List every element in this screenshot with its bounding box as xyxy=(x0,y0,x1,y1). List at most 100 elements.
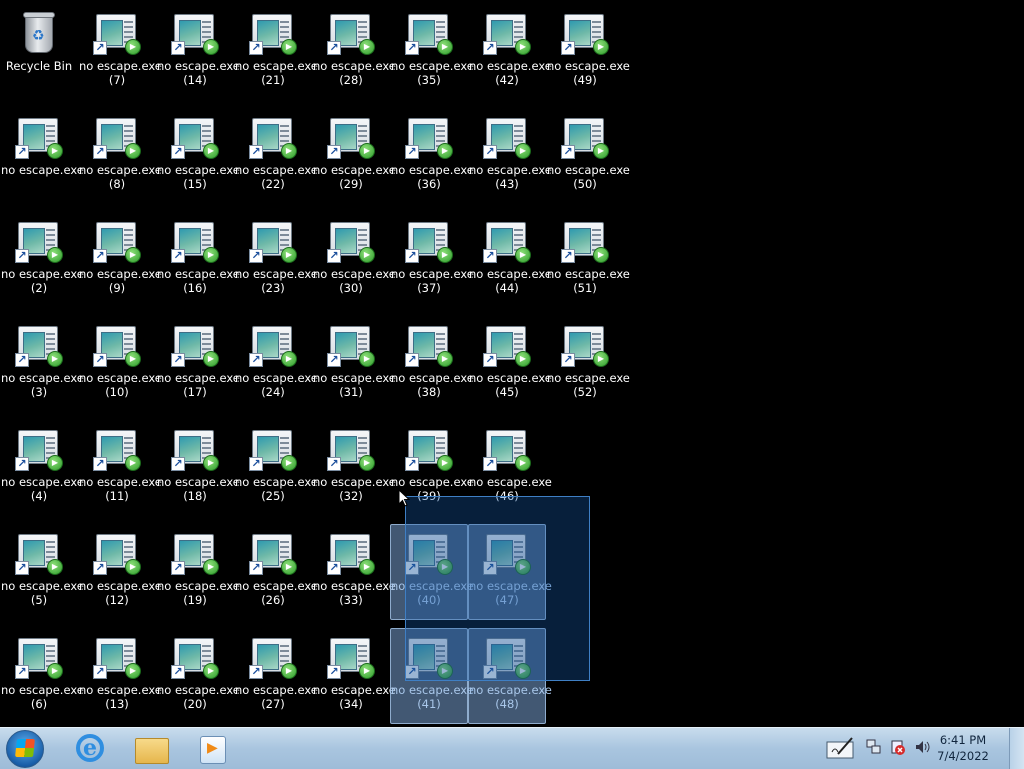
network-icon[interactable] xyxy=(866,738,882,756)
shortcut-label-name: no escape.exe xyxy=(469,475,552,489)
desktop-shortcut[interactable]: ↗ ▶ no escape.exe (22) xyxy=(234,108,318,204)
shortcut-arrow-icon: ↗ xyxy=(249,665,263,679)
desktop[interactable]: Recycle Bin ↗▶no escape.exe↗▶no escape.e… xyxy=(0,0,1024,727)
taskbar-ie-button[interactable]: e xyxy=(62,730,118,768)
shortcut-label-number: (20) xyxy=(183,697,207,711)
desktop-shortcut[interactable]: ↗ ▶ no escape.exe (36) xyxy=(390,108,474,204)
shortcut-label-name: no escape.exe xyxy=(79,475,162,489)
desktop-shortcut[interactable]: ↗ ▶ no escape.exe (50) xyxy=(546,108,630,204)
speaker-muted-icon[interactable] xyxy=(890,738,906,756)
shortcut-label-number: (15) xyxy=(183,177,207,191)
no-escape-app-icon: ↗ ▶ xyxy=(327,531,375,575)
desktop-shortcut[interactable]: ↗ ▶ no escape.exe (9) xyxy=(78,212,162,308)
desktop-shortcut[interactable]: ↗ ▶ no escape.exe (6) xyxy=(0,628,84,724)
desktop-shortcut[interactable]: ↗ ▶ no escape.exe (24) xyxy=(234,316,318,412)
shortcut-label-number: (27) xyxy=(261,697,285,711)
play-badge-icon: ▶ xyxy=(281,663,297,679)
desktop-shortcut[interactable]: ↗ ▶ no escape.exe (7) xyxy=(78,4,162,100)
shortcut-label-number: (45) xyxy=(495,385,519,399)
shortcut-arrow-icon: ↗ xyxy=(93,561,107,575)
desktop-shortcut[interactable]: ↗ ▶ no escape.exe (45) xyxy=(468,316,552,412)
play-badge-icon: ▶ xyxy=(281,455,297,471)
no-escape-app-icon: ↗ ▶ xyxy=(405,323,453,367)
shortcut-label-name: no escape.exe xyxy=(391,163,474,177)
desktop-shortcut[interactable]: ↗ ▶ no escape.exe (29) xyxy=(312,108,396,204)
desktop-shortcut[interactable]: ↗ ▶ no escape.exe (35) xyxy=(390,4,474,100)
desktop-shortcut[interactable]: ↗ ▶ no escape.exe (52) xyxy=(546,316,630,412)
recycle-bin[interactable]: Recycle Bin xyxy=(0,4,78,100)
desktop-shortcut[interactable]: ↗ ▶ no escape.exe (18) xyxy=(156,420,240,516)
desktop-shortcut[interactable]: ↗ ▶ no escape.exe (2) xyxy=(0,212,84,308)
desktop-shortcut[interactable]: ↗ ▶ no escape.exe (11) xyxy=(78,420,162,516)
desktop-shortcut[interactable]: ↗ ▶ no escape.exe (30) xyxy=(312,212,396,308)
desktop-shortcut[interactable]: ↗ ▶ no escape.exe (12) xyxy=(78,524,162,620)
desktop-shortcut[interactable]: ↗ ▶ no escape.exe (38) xyxy=(390,316,474,412)
desktop-shortcut[interactable]: ↗ ▶ no escape.exe (27) xyxy=(234,628,318,724)
play-badge-icon: ▶ xyxy=(125,559,141,575)
system-clock[interactable]: 6:41 PM 7/4/2022 xyxy=(928,732,998,764)
shortcut-arrow-icon: ↗ xyxy=(15,665,29,679)
taskbar-explorer-button[interactable] xyxy=(123,730,179,768)
no-escape-app-icon: ↗ ▶ xyxy=(405,427,453,471)
desktop-shortcut[interactable]: ↗ ▶ no escape.exe (21) xyxy=(234,4,318,100)
shortcut-arrow-icon: ↗ xyxy=(249,561,263,575)
shortcut-label-number: (48) xyxy=(495,697,519,711)
shortcut-label-number: (42) xyxy=(495,73,519,87)
desktop-shortcut[interactable]: ↗ ▶ no escape.exe (3) xyxy=(0,316,84,412)
play-badge-icon: ▶ xyxy=(203,455,219,471)
shortcut-arrow-icon: ↗ xyxy=(327,457,341,471)
shortcut-label-name: no escape.exe xyxy=(469,371,552,385)
desktop-shortcut[interactable]: ↗ ▶ no escape.exe (33) xyxy=(312,524,396,620)
desktop-shortcut[interactable]: ↗ ▶ no escape.exe (32) xyxy=(312,420,396,516)
shortcut-label-number: (34) xyxy=(339,697,363,711)
desktop-shortcut[interactable]: ↗ ▶ no escape.exe (14) xyxy=(156,4,240,100)
desktop-shortcut[interactable]: ↗ ▶ no escape.exe (19) xyxy=(156,524,240,620)
shortcut-label-name: no escape.exe xyxy=(313,475,396,489)
shortcut-label-number: (2) xyxy=(30,281,48,295)
desktop-shortcut[interactable]: ↗ ▶ no escape.exe (16) xyxy=(156,212,240,308)
no-escape-app-icon: ↗ ▶ xyxy=(93,635,141,679)
desktop-shortcut[interactable]: ↗ ▶ no escape.exe (25) xyxy=(234,420,318,516)
shortcut-label-name: no escape.exe xyxy=(235,59,318,73)
show-desktop-button[interactable] xyxy=(1009,728,1024,769)
desktop-shortcut[interactable]: ↗ ▶ no escape.exe (51) xyxy=(546,212,630,308)
action-center-icon[interactable] xyxy=(826,734,856,760)
shortcut-label-number: (19) xyxy=(183,593,207,607)
play-badge-icon: ▶ xyxy=(359,39,375,55)
desktop-shortcut[interactable]: ↗ ▶ no escape.exe (28) xyxy=(312,4,396,100)
play-badge-icon: ▶ xyxy=(359,143,375,159)
play-badge-icon: ▶ xyxy=(437,455,453,471)
shortcut-label-number: (44) xyxy=(495,281,519,295)
shortcut-label-name: no escape.exe xyxy=(313,267,396,281)
shortcut-label-number: (26) xyxy=(261,593,285,607)
drag-selection-rectangle xyxy=(405,496,590,681)
desktop-shortcut[interactable]: ↗ ▶ no escape.exe (15) xyxy=(156,108,240,204)
shortcut-arrow-icon: ↗ xyxy=(171,145,185,159)
desktop-shortcut[interactable]: ↗ ▶ no escape.exe (44) xyxy=(468,212,552,308)
desktop-shortcut[interactable]: ↗ ▶ no escape.exe (4) xyxy=(0,420,84,516)
shortcut-label-name: no escape.exe xyxy=(469,163,552,177)
play-badge-icon: ▶ xyxy=(281,39,297,55)
desktop-shortcut[interactable]: ↗ ▶ no escape.exe (23) xyxy=(234,212,318,308)
desktop-shortcut[interactable]: ↗ ▶ no escape.exe (5) xyxy=(0,524,84,620)
no-escape-app-icon: ↗ ▶ xyxy=(327,115,375,159)
desktop-shortcut[interactable]: ↗ ▶ no escape.exe (31) xyxy=(312,316,396,412)
mouse-cursor-icon xyxy=(398,489,410,507)
desktop-shortcut[interactable]: ↗ ▶ no escape.exe (26) xyxy=(234,524,318,620)
desktop-shortcut[interactable]: ↗ ▶ no escape.exe xyxy=(0,108,84,204)
desktop-shortcut[interactable]: ↗ ▶ no escape.exe (43) xyxy=(468,108,552,204)
start-button[interactable] xyxy=(6,730,44,768)
desktop-shortcut[interactable]: ↗ ▶ no escape.exe (49) xyxy=(546,4,630,100)
desktop-shortcut[interactable]: ↗ ▶ no escape.exe (20) xyxy=(156,628,240,724)
desktop-shortcut[interactable]: ↗ ▶ no escape.exe (34) xyxy=(312,628,396,724)
desktop-shortcut[interactable]: ↗ ▶ no escape.exe (8) xyxy=(78,108,162,204)
shortcut-label-name: no escape.exe xyxy=(235,683,318,697)
desktop-shortcut[interactable]: ↗ ▶ no escape.exe (13) xyxy=(78,628,162,724)
desktop-shortcut[interactable]: ↗ ▶ no escape.exe (42) xyxy=(468,4,552,100)
desktop-shortcut[interactable]: ↗ ▶ no escape.exe (10) xyxy=(78,316,162,412)
desktop-shortcut[interactable]: ↗ ▶ no escape.exe (37) xyxy=(390,212,474,308)
no-escape-app-icon: ↗ ▶ xyxy=(171,115,219,159)
taskbar-media-player-button[interactable] xyxy=(184,730,240,768)
shortcut-arrow-icon: ↗ xyxy=(405,41,419,55)
desktop-shortcut[interactable]: ↗ ▶ no escape.exe (17) xyxy=(156,316,240,412)
